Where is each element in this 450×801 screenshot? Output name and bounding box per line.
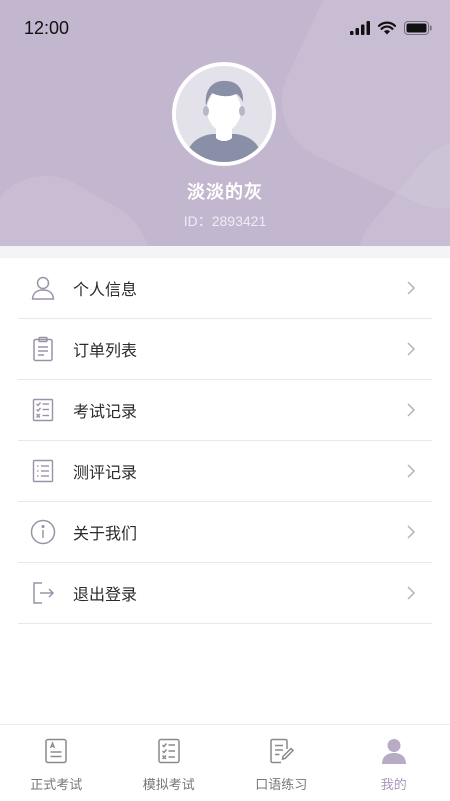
menu-item-exam-records[interactable]: 考试记录 (18, 380, 432, 441)
avatar-person-icon (176, 66, 272, 162)
menu-item-personal-info[interactable]: 个人信息 (18, 258, 432, 319)
menu-item-label: 个人信息 (73, 276, 137, 300)
logout-icon (30, 580, 56, 606)
menu-list: 个人信息 订单列表 考试 (0, 258, 450, 624)
chevron-right-icon (404, 525, 418, 539)
username: 淡淡的灰 (0, 178, 450, 204)
section-divider (0, 246, 450, 258)
tab-mock-exam[interactable]: 模拟考试 (113, 725, 226, 801)
chevron-right-icon (404, 464, 418, 478)
menu-item-about-us[interactable]: 关于我们 (18, 502, 432, 563)
status-time: 12:00 (24, 18, 69, 39)
checklist-icon (30, 397, 56, 423)
profile-icon (380, 737, 408, 765)
list-icon (30, 458, 56, 484)
wifi-icon (378, 21, 396, 35)
menu-item-assessment-records[interactable]: 测评记录 (18, 441, 432, 502)
speaking-practice-icon (267, 737, 295, 765)
tab-mine[interactable]: 我的 (338, 725, 450, 801)
profile-header: 12:00 (0, 0, 450, 246)
bottom-tab-bar: 正式考试 模拟考试 口语练习 我的 (0, 724, 450, 801)
chevron-right-icon (404, 403, 418, 417)
status-bar: 12:00 (0, 0, 450, 58)
menu-item-label: 测评记录 (73, 459, 137, 483)
menu-item-label: 考试记录 (73, 398, 137, 422)
signal-icon (350, 21, 370, 35)
chevron-right-icon (404, 281, 418, 295)
person-icon (30, 275, 56, 301)
info-icon (30, 519, 56, 545)
clipboard-icon (30, 336, 56, 362)
tab-label: 正式考试 (30, 774, 82, 793)
avatar[interactable] (172, 62, 276, 166)
menu-item-label: 订单列表 (73, 337, 137, 361)
exam-paper-icon (42, 737, 70, 765)
tab-label: 模拟考试 (143, 774, 195, 793)
menu-item-order-list[interactable]: 订单列表 (18, 319, 432, 380)
tab-label: 口语练习 (255, 774, 307, 793)
user-id: ID：2893421 (0, 211, 450, 231)
menu-item-label: 关于我们 (73, 520, 137, 544)
tab-speaking-practice[interactable]: 口语练习 (225, 725, 338, 801)
tab-label: 我的 (381, 774, 407, 793)
status-icons (350, 20, 432, 36)
chevron-right-icon (404, 342, 418, 356)
menu-item-logout[interactable]: 退出登录 (18, 563, 432, 624)
menu-item-label: 退出登录 (73, 581, 137, 605)
chevron-right-icon (404, 586, 418, 600)
tab-formal-exam[interactable]: 正式考试 (0, 725, 113, 801)
mock-exam-icon (155, 737, 183, 765)
battery-icon (404, 21, 432, 35)
